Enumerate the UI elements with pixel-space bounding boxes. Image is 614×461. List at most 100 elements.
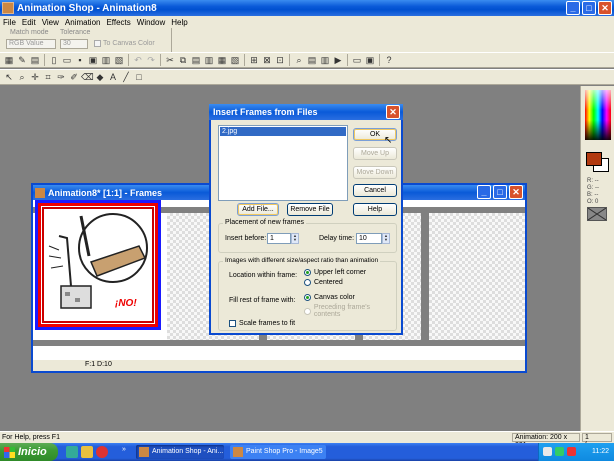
text-tool-icon[interactable]: A <box>107 71 119 83</box>
dialog-close-button[interactable]: ✕ <box>386 105 400 119</box>
to-canvas-color-checkbox[interactable]: To Canvas Color <box>94 40 155 47</box>
color-palette[interactable] <box>585 90 611 140</box>
menu-help[interactable]: Help <box>168 18 190 27</box>
fill-rest-label: Fill rest of frame with: <box>229 297 296 304</box>
eraser-icon[interactable]: ⌫ <box>81 71 94 83</box>
context-help-icon[interactable]: ? <box>383 54 395 66</box>
banner-icon[interactable]: ▤ <box>29 54 41 66</box>
remove-file-button[interactable]: Remove File <box>287 203 333 216</box>
undo-icon[interactable]: ↶ <box>132 54 144 66</box>
insert-before-input[interactable]: 1 <box>267 233 291 244</box>
taskbar-paint-shop-pro[interactable]: Paint Shop Pro - Image5 <box>230 445 326 459</box>
menu-animation[interactable]: Animation <box>62 18 104 27</box>
optimize-icon[interactable]: ▣ <box>364 54 376 66</box>
shape-tool-icon[interactable]: □ <box>133 71 145 83</box>
placement-group-label: Placement of new frames <box>223 219 306 226</box>
dropper-icon[interactable]: ✑ <box>55 71 67 83</box>
tray-security-icon[interactable] <box>555 447 564 456</box>
frames-maximize-button[interactable]: □ <box>493 185 507 199</box>
save-as-icon[interactable]: ▣ <box>87 54 99 66</box>
zoom-tool-icon[interactable]: ⌕ <box>16 71 28 83</box>
transparent-swatch[interactable] <box>587 207 607 221</box>
separator <box>289 54 290 66</box>
line-tool-icon[interactable]: ╱ <box>120 71 132 83</box>
separator <box>379 54 380 66</box>
maximize-button[interactable]: □ <box>582 1 596 15</box>
quicklaunch-folder-icon[interactable] <box>81 446 93 458</box>
empty-frame[interactable] <box>429 213 525 340</box>
app-icon[interactable] <box>2 2 14 14</box>
close-button[interactable]: ✕ <box>598 1 612 15</box>
cancel-button[interactable]: Cancel <box>353 184 397 197</box>
match-mode-select[interactable]: RGB Value <box>6 39 56 49</box>
menu-effects[interactable]: Effects <box>103 18 133 27</box>
new-icon[interactable]: ▯ <box>48 54 60 66</box>
tray-network-icon[interactable] <box>543 447 552 456</box>
quicklaunch-browser-icon[interactable] <box>66 446 78 458</box>
crop-frames-icon[interactable]: ⊠ <box>261 54 273 66</box>
save-icon[interactable]: ▪ <box>74 54 86 66</box>
add-file-button[interactable]: Add File... <box>237 203 279 216</box>
minimize-button[interactable]: _ <box>566 1 580 15</box>
paste-after-icon[interactable]: ▦ <box>216 54 228 66</box>
paste-before-icon[interactable]: ▧ <box>229 54 241 66</box>
delay-time-spinner[interactable]: ▲ ▼ <box>382 233 390 244</box>
mover-icon[interactable]: ✛ <box>29 71 41 83</box>
frame-image: ¡NO! <box>38 203 158 327</box>
copy-icon[interactable]: ⧉ <box>177 54 189 66</box>
foreground-color-swatch[interactable] <box>586 152 602 166</box>
wizard-icon[interactable]: ✎ <box>16 54 28 66</box>
tolerance-input[interactable]: 30 <box>60 39 88 49</box>
frames-minimize-button[interactable]: _ <box>477 185 491 199</box>
aspect-ratio-group-label: Images with different size/aspect ratio … <box>223 257 381 264</box>
taskbar: Inicio » Animation Shop - Ani... Paint S… <box>0 443 614 461</box>
help-button[interactable]: Help <box>353 203 397 216</box>
play-icon[interactable]: ▶ <box>332 54 344 66</box>
start-button[interactable]: Inicio <box>0 443 58 461</box>
file-list[interactable]: 2.jpg <box>218 125 348 201</box>
zoom-icon[interactable]: ⌕ <box>293 54 305 66</box>
location-label: Location within frame: <box>229 272 298 279</box>
scale-frames-checkbox[interactable]: Scale frames to fit <box>229 320 295 327</box>
open-icon[interactable]: ▭ <box>61 54 73 66</box>
cut-icon[interactable]: ✂ <box>164 54 176 66</box>
centered-radio[interactable]: Centered <box>304 279 343 286</box>
animation-properties-icon[interactable]: ▥ <box>319 54 331 66</box>
quicklaunch-media-icon[interactable] <box>96 446 108 458</box>
insert-before-spinner[interactable]: ▲ ▼ <box>291 233 299 244</box>
delay-time-input[interactable]: 10 <box>356 233 382 244</box>
paste-icon[interactable]: ▤ <box>190 54 202 66</box>
preceding-frame-radio[interactable]: Preceding frame's contents <box>304 304 396 318</box>
paste-new-icon[interactable]: ▥ <box>203 54 215 66</box>
menu-edit[interactable]: Edit <box>19 18 39 27</box>
insert-frames-icon[interactable]: ⊞ <box>248 54 260 66</box>
move-up-button[interactable]: Move Up <box>353 147 397 160</box>
taskbar-animation-shop[interactable]: Animation Shop - Ani... <box>136 445 224 459</box>
brush-icon[interactable]: ✐ <box>68 71 80 83</box>
frames-close-button[interactable]: ✕ <box>509 185 523 199</box>
new-animation-icon[interactable]: ▦ <box>3 54 15 66</box>
menu-file[interactable]: File <box>0 18 19 27</box>
crop-tool-icon[interactable]: ⌗ <box>42 71 54 83</box>
frame-properties-icon[interactable]: ▤ <box>306 54 318 66</box>
move-down-button[interactable]: Move Down <box>353 166 397 179</box>
menu-window[interactable]: Window <box>134 18 168 27</box>
resize-icon[interactable]: ⊡ <box>274 54 286 66</box>
canvas-color-radio[interactable]: Canvas color <box>304 294 355 301</box>
windows-logo-icon <box>4 446 15 458</box>
color-values: R: -- G: -- B: -- O: 0 <box>587 178 599 206</box>
tray-alert-icon[interactable] <box>567 447 576 456</box>
file-list-item[interactable]: 2.jpg <box>220 127 346 136</box>
dialog-title-bar: Insert Frames from Files <box>209 104 403 120</box>
upper-left-radio[interactable]: Upper left corner <box>304 269 366 276</box>
pointer-icon[interactable]: ↖ <box>3 71 15 83</box>
preview-icon[interactable]: ▧ <box>113 54 125 66</box>
redo-icon[interactable]: ↷ <box>145 54 157 66</box>
view-animation-icon[interactable]: ▭ <box>351 54 363 66</box>
selected-frame[interactable]: ¡NO! <box>35 200 161 330</box>
animation-size-status: Animation: 200 x 231 <box>512 433 580 449</box>
quicklaunch-expand-icon[interactable]: » <box>122 446 126 453</box>
print-icon[interactable]: ▥ <box>100 54 112 66</box>
fill-icon[interactable]: ◆ <box>94 71 106 83</box>
menu-view[interactable]: View <box>39 18 62 27</box>
